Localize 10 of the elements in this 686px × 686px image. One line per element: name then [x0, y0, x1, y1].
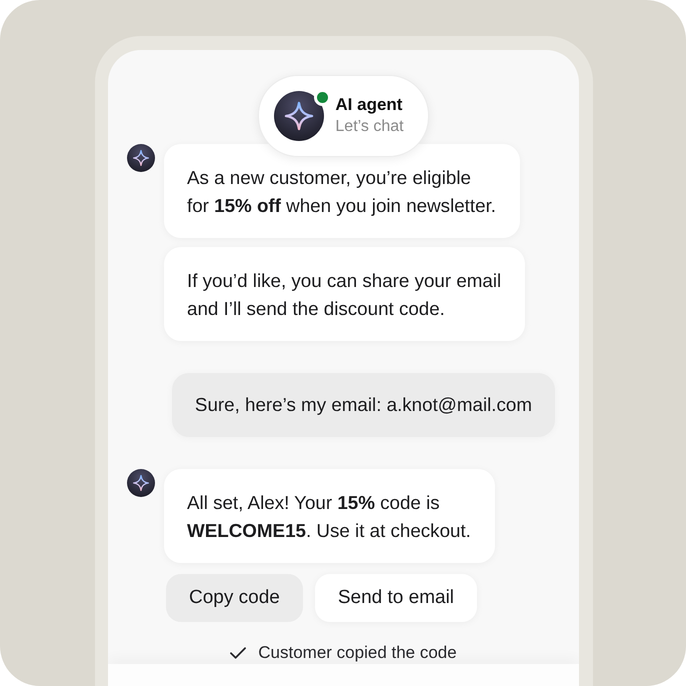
selected-action-button[interactable]: Copy code [166, 574, 303, 622]
action-button[interactable]: Send to email [314, 574, 478, 622]
agent-message: If you’d like, you can share your email and I’ll send the discount code. [164, 247, 526, 341]
agent-message: As a new customer, you’re eligible for 15% off when you join newsletter. [164, 144, 520, 238]
user-message: Sure, here’s my email: a.knot@mail.com [172, 373, 555, 437]
sparkle-avatar-icon [274, 91, 324, 141]
status-message: Customer copied the code [258, 643, 457, 663]
agent-subtitle: Let’s chat [335, 117, 404, 137]
agent-name: AI agent [335, 94, 404, 116]
agent-message: All set, Alex! Your 15% code is WELCOME15. Use it at checkout. [164, 469, 495, 563]
